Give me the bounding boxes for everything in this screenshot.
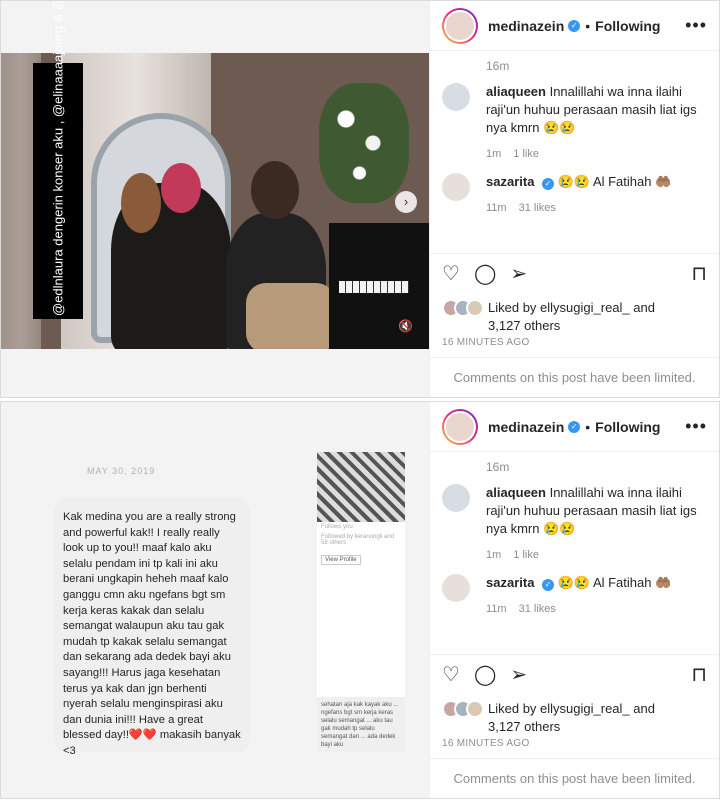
story-caption-overlay: @edlnlaura dengerin konser aku , @elinaa… [33,1,83,319]
liked-others[interactable]: 3,127 others [488,718,655,736]
share-icon[interactable]: ➢ [510,665,527,685]
next-arrow-icon[interactable]: › [395,191,417,213]
person-head [121,173,161,233]
comment-icon[interactable]: ◯ [474,665,496,685]
post-panel-bottom: MAY 30, 2019 Kak medina you are a really… [0,401,720,799]
comment: aliaqueen Innalillahi wa inna ilaihi raj… [430,73,719,163]
verified-badge-icon: ✓ [568,19,581,32]
verified-badge-icon: ✓ [568,420,581,433]
verified-badge-icon: ✓ [542,579,555,591]
skirt [246,283,336,349]
profile-image [317,452,405,522]
following-button[interactable]: Following [595,419,660,435]
comment-time: 16m [486,59,510,73]
dm-message-bubble: Kak medina you are a really strong and p… [53,498,251,757]
comment-avatar[interactable] [442,574,470,602]
comment-time: 1m [486,148,502,160]
liked-by-text: Liked by ellysugigi_real_ and [488,701,655,716]
post-panel-top: › 🔇 @edlnlaura dengerin konser aku , @el… [0,0,720,398]
action-bar: ♡ ◯ ➢ ⊓ [430,253,719,293]
view-profile-button[interactable]: View Profile [321,555,361,565]
likes-summary[interactable]: Liked by ellysugigi_real_ and 3,127 other… [442,299,655,335]
liked-by-text: Liked by ellysugigi_real_ and [488,300,655,315]
comment-username[interactable]: aliaqueen [486,84,546,99]
comment-time: 1m [486,549,502,561]
comment-avatar[interactable] [442,484,470,512]
heart-icon[interactable]: ♡ [442,264,460,284]
following-button[interactable]: Following [595,18,660,34]
share-icon[interactable]: ➢ [510,264,527,284]
comment-username[interactable]: sazarita [486,575,534,590]
bookmark-icon[interactable]: ⊓ [691,665,707,685]
comment-avatar[interactable] [442,173,470,201]
post-header: medinazein ✓ • Following ••• [430,1,719,51]
dm-date: MAY 30, 2019 [87,466,156,476]
liked-others[interactable]: 3,127 others [488,317,655,335]
comments-limited-notice: Comments on this post have been limited. [430,758,719,798]
separator-dot: • [585,17,591,34]
person-center-head [251,161,299,219]
post-media[interactable]: › 🔇 @edlnlaura dengerin konser aku , @el… [1,1,429,397]
follows-you: Follows you [321,524,353,530]
comment-time: 16m [486,460,510,474]
flower-vase [319,83,409,203]
comment-text: 😢😢 Al Fatihah 🤲🏽 [557,575,672,590]
avatar [466,299,484,317]
more-options-icon[interactable]: ••• [685,15,707,36]
comment: sazarita ✓ 😢😢 Al Fatihah 🤲🏽 11m 31 likes [430,564,719,618]
more-options-icon[interactable]: ••• [685,416,707,437]
comment-username[interactable]: aliaqueen [486,485,546,500]
post-timestamp: 16 MINUTES AGO [442,337,530,348]
comment-text: 😢😢 Al Fatihah 🤲🏽 [557,174,672,189]
likes-summary[interactable]: Liked by ellysugigi_real_ and 3,127 other… [442,700,655,736]
dm-side-panel: Follows you Followed by keranungli and 5… [317,452,405,752]
avatar [466,700,484,718]
action-bar: ♡ ◯ ➢ ⊓ [430,654,719,694]
username[interactable]: medinazein [488,419,564,435]
comment-likes[interactable]: 1 like [513,549,539,561]
comment-icon[interactable]: ◯ [474,264,496,284]
comment-username[interactable]: sazarita [486,174,534,189]
comment-avatar[interactable] [442,83,470,111]
post-media[interactable]: MAY 30, 2019 Kak medina you are a really… [1,402,429,798]
comment-likes[interactable]: 31 likes [519,603,556,615]
bookmark-icon[interactable]: ⊓ [691,264,707,284]
post-header: medinazein ✓ • Following ••• [430,402,719,452]
heart-icon[interactable]: ♡ [442,665,460,685]
story-caption-text: @edlnlaura dengerin konser aku , @elinaa… [50,1,66,316]
post-sidebar: medinazein ✓ • Following ••• 16m aliaque… [429,1,719,397]
comment: sazarita ✓ 😢😢 Al Fatihah 🤲🏽 11m 31 likes [430,163,719,217]
comment-time: 11m [486,202,507,214]
verified-badge-icon: ✓ [542,178,555,190]
followed-by: Followed by keranungli and 58 others [321,534,395,546]
dm-side-message: sehatan aja kak kayak aku ... ngefans bg… [317,697,405,752]
comment-likes[interactable]: 1 like [513,148,539,160]
comment-time: 11m [486,603,507,615]
post-sidebar: medinazein ✓ • Following ••• 16m aliaque… [429,402,719,798]
piano-keys [339,281,409,293]
post-timestamp: 16 MINUTES AGO [442,738,530,749]
avatar[interactable] [442,408,478,445]
comment-likes[interactable]: 31 likes [519,202,556,214]
comment: aliaqueen Innalillahi wa inna ilaihi raj… [430,474,719,564]
separator-dot: • [585,418,591,435]
comments-limited-notice: Comments on this post have been limited. [430,357,719,397]
avatar[interactable] [442,7,478,44]
person-hijab [161,163,201,213]
username[interactable]: medinazein [488,18,564,34]
mute-icon[interactable]: 🔇 [398,319,413,333]
